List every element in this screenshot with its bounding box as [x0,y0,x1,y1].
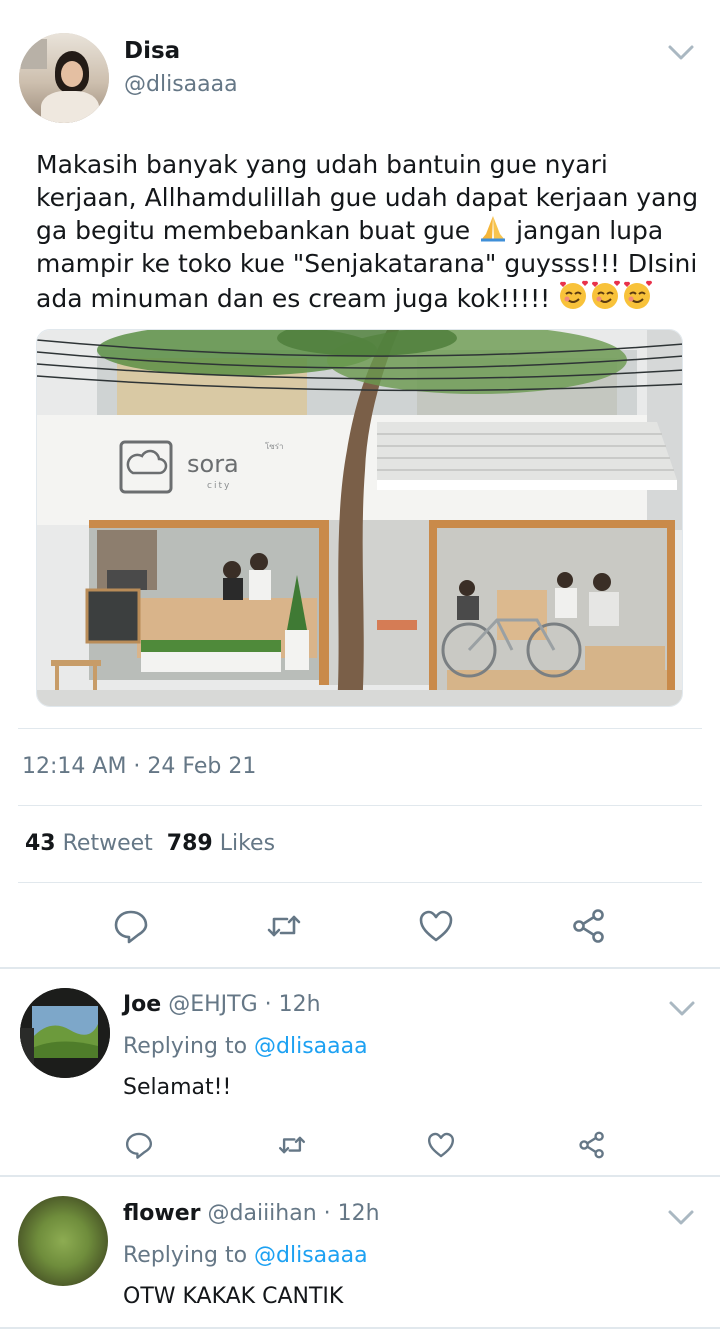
sign-subtitle: city [207,481,231,491]
like-label[interactable]: Likes [220,831,275,856]
sign-title: sora [187,450,239,478]
reply-author-handle[interactable]: @daiiihan [208,1201,317,1226]
tweet-text-line: ga begitu membebankan buat gue jangan lu… [36,214,696,247]
divider [18,728,702,729]
tweet-text-line: kerjaan, Allhamdulillah gue udah dapat k… [36,183,699,212]
like-button[interactable] [416,906,456,946]
author-handle[interactable]: @dlisaaaa [124,72,238,97]
share-icon [573,909,604,943]
reply-icon [125,1132,153,1159]
chevron-down-icon[interactable] [667,44,695,62]
reply-text: Selamat!! [123,1075,232,1100]
retweet-button[interactable] [272,1125,312,1165]
author-name[interactable]: Disa [124,38,180,64]
share-button[interactable] [569,906,609,946]
reply-divider [0,1327,720,1329]
chevron-down-icon[interactable] [667,1209,695,1227]
smiling-face-hearts-emoji-icon [560,280,653,309]
author-avatar[interactable] [19,33,109,123]
tweet-text: Makasih banyak yang udah bantuin gue nya… [36,148,699,315]
retweet-button[interactable] [264,906,304,946]
reply-header: Joe @EHJTG · 12h [123,992,321,1017]
sign-small: โซร่า [265,441,284,451]
tweet-photo[interactable]: sora city โซร่า [36,329,683,707]
share-button[interactable] [572,1125,612,1165]
reply-author-name[interactable]: Joe [123,992,161,1017]
reply-time: · 12h [323,1201,380,1226]
storefront-image: sora city โซร่า [37,330,682,706]
tweet-text-fragment: ada minuman dan es cream juga kok!!!!! [36,284,551,313]
reply-button[interactable] [111,906,151,946]
folded-hands-emoji-icon [481,216,506,242]
retweet-label[interactable]: Retweet [63,831,153,856]
reply-icon [114,910,148,944]
tweet-text-line: Makasih banyak yang udah bantuin gue nya… [36,150,608,179]
heart-icon [427,1132,455,1158]
chevron-down-icon[interactable] [668,1000,696,1018]
replying-to: Replying to @dlisaaaa [123,1243,368,1268]
replying-to: Replying to @dlisaaaa [123,1034,368,1059]
divider [18,805,702,806]
tweet-text-line: mampir ke toko kue "Senjakatarana" guyss… [36,249,698,278]
reply-text: OTW KAKAK CANTIK [123,1284,344,1309]
reply-button[interactable] [119,1125,159,1165]
reply-time: · 12h [264,992,321,1017]
divider [18,882,702,883]
reply-author-handle[interactable]: @EHJTG [168,992,257,1017]
like-count[interactable]: 789 [167,831,213,856]
retweet-icon [267,915,301,937]
tweet-timestamp: 12:14 AM · 24 Feb 21 [22,754,257,779]
retweet-count[interactable]: 43 [25,831,56,856]
reply-header: flower @daiiihan · 12h [123,1201,380,1226]
like-button[interactable] [421,1125,461,1165]
heart-icon [419,910,453,942]
main-tweet: Disa @dlisaaaa Makasih banyak yang udah … [0,0,720,968]
tweet-divider [0,967,720,969]
reply-avatar[interactable] [18,1196,108,1286]
share-icon [579,1131,604,1159]
reply-avatar[interactable] [20,988,110,1078]
tweet-stats: 43 Retweet 789 Likes [25,831,275,856]
replying-to-link[interactable]: @dlisaaaa [254,1034,368,1059]
reply-divider [0,1175,720,1177]
reply-author-name[interactable]: flower [123,1201,201,1226]
tweet-text-fragment: ga begitu membebankan buat gue [36,216,471,245]
replying-label: Replying to [123,1243,248,1268]
replying-to-link[interactable]: @dlisaaaa [254,1243,368,1268]
retweet-icon [278,1136,306,1154]
tweet-text-fragment: jangan lupa [516,216,664,245]
replying-label: Replying to [123,1034,248,1059]
tweet-text-line: ada minuman dan es cream juga kok!!!!! [36,280,696,315]
